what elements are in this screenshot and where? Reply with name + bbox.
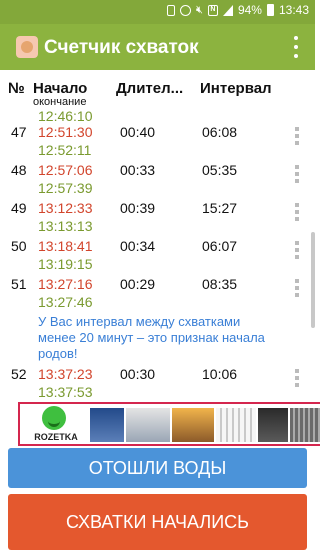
ad-logo: ROZETKA [24, 406, 88, 444]
row-duration: 00:34 [120, 238, 156, 254]
header-interval: Интервал [200, 80, 272, 97]
row-interval: 15:27 [202, 200, 238, 216]
contraction-list[interactable]: 12:46:10 47 12:51:30 12:52:11 00:40 06:0… [0, 108, 315, 398]
row-number: 49 [11, 200, 27, 216]
row-start-time: 13:27:16 [38, 276, 93, 292]
app-title: Счетчик схваток [44, 37, 199, 58]
status-icons: 🔇︎ N 94% 13:43 [167, 3, 309, 17]
mute-icon: 🔇︎ [196, 3, 203, 16]
ad-product-image [90, 408, 124, 442]
header-number: № [8, 80, 25, 97]
contractions-started-button[interactable]: СХВАТКИ НАЧАЛИСЬ [8, 494, 307, 550]
header-end: окончание [33, 96, 87, 108]
row-menu-icon[interactable] [294, 165, 300, 183]
row-interval: 08:35 [202, 276, 238, 292]
ad-product-image [290, 408, 320, 442]
row-menu-icon[interactable] [294, 369, 300, 387]
row-start-time: 13:18:41 [38, 238, 93, 254]
row-start-time: 12:57:06 [38, 162, 93, 178]
row-duration: 00:30 [120, 366, 156, 382]
row-menu-icon[interactable] [294, 203, 300, 221]
row-start-time: 13:37:23 [38, 366, 93, 382]
table-row[interactable]: 51 13:27:16 13:27:46 00:29 08:35 [0, 270, 315, 310]
table-row[interactable]: 49 13:12:33 13:13:13 00:39 15:27 [0, 194, 315, 234]
tablet-icon [167, 4, 175, 16]
row-duration: 00:39 [120, 200, 156, 216]
app-bar: Счетчик схваток [0, 24, 315, 70]
row-duration: 00:29 [120, 276, 156, 292]
row-menu-icon[interactable] [294, 241, 300, 259]
row-start-time: 12:51:30 [38, 124, 93, 140]
row-number: 51 [11, 276, 27, 292]
overflow-menu-icon[interactable] [291, 36, 301, 58]
interval-warning: У Вас интервал между схватками менее 20 … [38, 314, 265, 361]
row-duration: 00:40 [120, 124, 156, 140]
battery-icon [266, 4, 274, 16]
row-menu-icon[interactable] [294, 127, 300, 145]
row-number: 50 [11, 238, 27, 254]
signal-icon [222, 4, 233, 16]
header-start: Начало [33, 80, 88, 97]
scrollbar[interactable] [311, 232, 315, 328]
table-row[interactable]: 48 12:57:06 12:57:39 00:33 05:35 [0, 156, 315, 196]
smiley-icon [42, 406, 66, 430]
ad-product-image [258, 408, 288, 442]
row-end-time: 13:37:53 [38, 384, 93, 398]
ad-product-image [216, 408, 256, 442]
table-row[interactable]: 52 13:37:23 13:37:53 00:30 10:06 [0, 360, 315, 398]
row-duration: 00:33 [120, 162, 156, 178]
alarm-icon [180, 4, 191, 16]
table-row[interactable]: 50 13:18:41 13:19:15 00:34 06:07 [0, 232, 315, 272]
row-number: 47 [11, 124, 27, 140]
battery-percent: 94% [237, 3, 262, 17]
water-broke-button[interactable]: ОТОШЛИ ВОДЫ [8, 448, 307, 488]
row-start-time: 13:12:33 [38, 200, 93, 216]
row-number: 48 [11, 162, 27, 178]
status-bar: 🔇︎ N 94% 13:43 [0, 0, 315, 24]
ad-product-image [172, 408, 214, 442]
row-interval: 06:08 [202, 124, 238, 140]
header-duration: Длител... [116, 80, 184, 97]
ad-product-image [126, 408, 170, 442]
row-interval: 10:06 [202, 366, 238, 382]
ad-brand: ROZETKA [34, 432, 78, 442]
nfc-icon: N [207, 4, 218, 16]
row-interval: 06:07 [202, 238, 238, 254]
app-logo-icon [16, 36, 38, 58]
row-menu-icon[interactable] [294, 279, 300, 297]
clock: 13:43 [278, 3, 309, 17]
table-row[interactable]: 47 12:51:30 12:52:11 00:40 06:08 [0, 118, 315, 158]
row-number: 52 [11, 366, 27, 382]
ad-banner[interactable]: ROZETKA [18, 402, 320, 446]
row-end-time: 13:27:46 [38, 294, 93, 310]
row-interval: 05:35 [202, 162, 238, 178]
